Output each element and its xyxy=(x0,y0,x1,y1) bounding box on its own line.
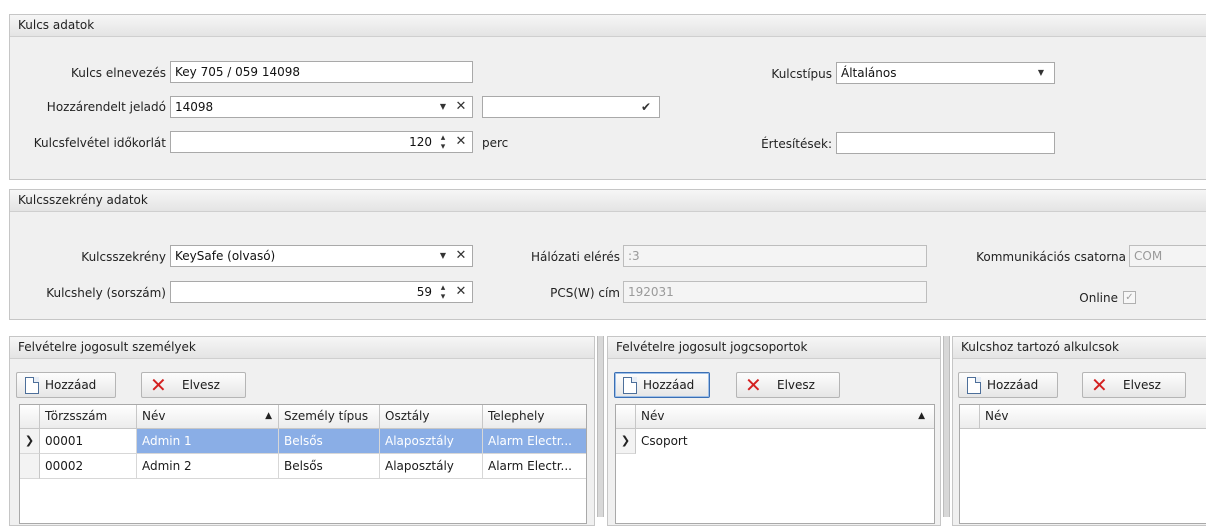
cell-name[interactable]: Admin 1 xyxy=(137,429,279,454)
clear-x-icon[interactable]: ✕ xyxy=(454,246,468,266)
cell-site[interactable]: Alarm Electr... xyxy=(483,454,586,479)
row-indicator[interactable] xyxy=(20,454,40,479)
column-header-person-type[interactable]: Személy típus xyxy=(279,405,380,429)
key-safe-label: Kulcsszekrény xyxy=(81,250,166,264)
sort-ascending-icon: ▲ xyxy=(918,411,925,421)
column-header-name-label: Név xyxy=(641,409,665,423)
key-slot-label: Kulcshely (sorszám) xyxy=(46,286,166,300)
new-document-icon xyxy=(25,377,39,394)
cell-name[interactable]: Admin 2 xyxy=(137,454,279,479)
subkeys-remove-label: Elvesz xyxy=(1123,378,1161,392)
key-data-title: Kulcs adatok xyxy=(10,15,1206,37)
persons-add-label: Hozzáad xyxy=(45,378,97,392)
column-header-name[interactable]: Név ▲ xyxy=(137,405,279,429)
column-header-id[interactable]: Törzsszám xyxy=(40,405,137,429)
persons-add-button[interactable]: Hozzáad xyxy=(16,372,116,398)
cell-person-type[interactable]: Belsős xyxy=(279,454,380,479)
transmitter-combo[interactable]: 14098 ▼ ✕ xyxy=(170,96,473,118)
panel-splitter[interactable] xyxy=(597,336,604,517)
key-slot-value: 59 xyxy=(416,285,432,299)
cell-id[interactable]: 00001 xyxy=(40,429,137,454)
column-header-name[interactable]: Név xyxy=(980,405,1206,429)
red-x-icon: ✕ xyxy=(150,373,167,397)
cell-person-type[interactable]: Belsős xyxy=(279,429,380,454)
key-name-label: Kulcs elnevezés xyxy=(71,66,166,80)
key-type-value: Általános xyxy=(841,66,897,80)
comm-channel-value: COM xyxy=(1134,249,1163,263)
key-type-select[interactable]: Általános ▼ xyxy=(836,62,1055,84)
groups-remove-label: Elvesz xyxy=(777,378,815,392)
cell-department[interactable]: Alaposztály xyxy=(380,429,483,454)
timeout-unit: perc xyxy=(482,136,509,150)
groups-grid[interactable]: Név ▲ ❯ Csoport xyxy=(615,404,935,524)
notifications-label: Értesítések: xyxy=(761,137,832,151)
column-header-department[interactable]: Osztály xyxy=(380,405,483,429)
key-safe-value: KeySafe (olvasó) xyxy=(175,249,276,263)
grid-indicator-header xyxy=(20,405,40,429)
online-label: Online xyxy=(1079,291,1118,305)
pcs-address-input: 192031 xyxy=(623,281,927,303)
online-checkbox[interactable]: ✓ xyxy=(1123,291,1136,304)
key-safe-data-title: Kulcsszekrény adatok xyxy=(10,190,1206,212)
subkeys-grid[interactable]: Név xyxy=(959,404,1206,524)
network-access-value: :3 xyxy=(628,249,640,263)
cell-department[interactable]: Alaposztály xyxy=(380,454,483,479)
groups-title: Felvételre jogosult jogcsoportok xyxy=(608,337,940,359)
groups-add-button[interactable]: Hozzáad xyxy=(614,372,710,398)
spin-updown-icon[interactable]: ▴ ▾ xyxy=(436,284,450,302)
row-pointer-icon[interactable]: ❯ xyxy=(616,429,636,454)
chevron-down-icon[interactable]: ▼ xyxy=(436,246,450,266)
row-pointer-icon[interactable]: ❯ xyxy=(20,429,40,454)
subkeys-remove-button[interactable]: ✕ Elvesz xyxy=(1082,372,1186,398)
grid-indicator-header xyxy=(960,405,980,429)
timeout-spinner[interactable]: 120 ▴ ▾ ✕ xyxy=(170,131,473,153)
subkeys-add-label: Hozzáad xyxy=(987,378,1039,392)
persons-grid[interactable]: Törzsszám Név ▲ Személy típus Osztály Tel… xyxy=(19,404,587,524)
checkmark-icon[interactable]: ✔ xyxy=(639,97,653,117)
key-slot-spinner[interactable]: 59 ▴ ▾ ✕ xyxy=(170,281,473,303)
persons-remove-button[interactable]: ✕ Elvesz xyxy=(141,372,246,398)
transmitter-value: 14098 xyxy=(175,100,214,114)
sort-ascending-icon: ▲ xyxy=(265,411,272,421)
transmitter-extra-combo[interactable]: ✔ xyxy=(482,96,660,118)
key-type-label: Kulcstípus xyxy=(771,67,832,81)
timeout-label: Kulcsfelvétel időkorlát xyxy=(33,136,166,150)
column-header-name-label: Név xyxy=(142,409,166,423)
network-access-label: Hálózati elérés xyxy=(531,250,620,264)
network-access-input: :3 xyxy=(623,245,927,267)
timeout-value: 120 xyxy=(409,135,432,149)
column-header-site[interactable]: Telephely xyxy=(483,405,586,429)
cell-site[interactable]: Alarm Electr... xyxy=(483,429,586,454)
groups-add-label: Hozzáad xyxy=(643,378,695,392)
chevron-down-icon[interactable]: ▼ xyxy=(1034,63,1048,83)
comm-channel-label: Kommunikációs csatorna xyxy=(976,250,1126,264)
comm-channel-input: COM xyxy=(1129,245,1206,267)
groups-remove-button[interactable]: ✕ Elvesz xyxy=(736,372,840,398)
red-x-icon: ✕ xyxy=(1091,373,1108,397)
spin-updown-icon[interactable]: ▴ ▾ xyxy=(436,134,450,152)
pcs-address-label: PCS(W) cím xyxy=(550,286,620,300)
new-document-icon xyxy=(967,377,981,394)
subkeys-title: Kulcshoz tartozó alkulcsok xyxy=(953,337,1206,359)
cell-id[interactable]: 00002 xyxy=(40,454,137,479)
persons-remove-label: Elvesz xyxy=(182,378,220,392)
red-x-icon: ✕ xyxy=(745,373,762,397)
new-document-icon xyxy=(623,377,637,394)
transmitter-label: Hozzárendelt jeladó xyxy=(46,100,166,114)
subkeys-add-button[interactable]: Hozzáad xyxy=(958,372,1058,398)
pcs-address-value: 192031 xyxy=(628,285,674,299)
chevron-down-icon[interactable]: ▼ xyxy=(436,97,450,117)
clear-x-icon[interactable]: ✕ xyxy=(454,97,468,117)
clear-x-icon[interactable]: ✕ xyxy=(454,132,468,152)
clear-x-icon[interactable]: ✕ xyxy=(454,282,468,302)
key-name-value: Key 705 / 059 14098 xyxy=(175,65,301,79)
persons-title: Felvételre jogosult személyek xyxy=(10,337,594,359)
column-header-name[interactable]: Név ▲ xyxy=(636,405,934,429)
key-name-input[interactable]: Key 705 / 059 14098 xyxy=(170,61,473,83)
cell-group-name[interactable]: Csoport xyxy=(636,429,934,454)
grid-indicator-header xyxy=(616,405,636,429)
panel-splitter[interactable] xyxy=(943,336,950,517)
notifications-input[interactable] xyxy=(836,132,1055,154)
key-safe-combo[interactable]: KeySafe (olvasó) ▼ ✕ xyxy=(170,245,473,267)
